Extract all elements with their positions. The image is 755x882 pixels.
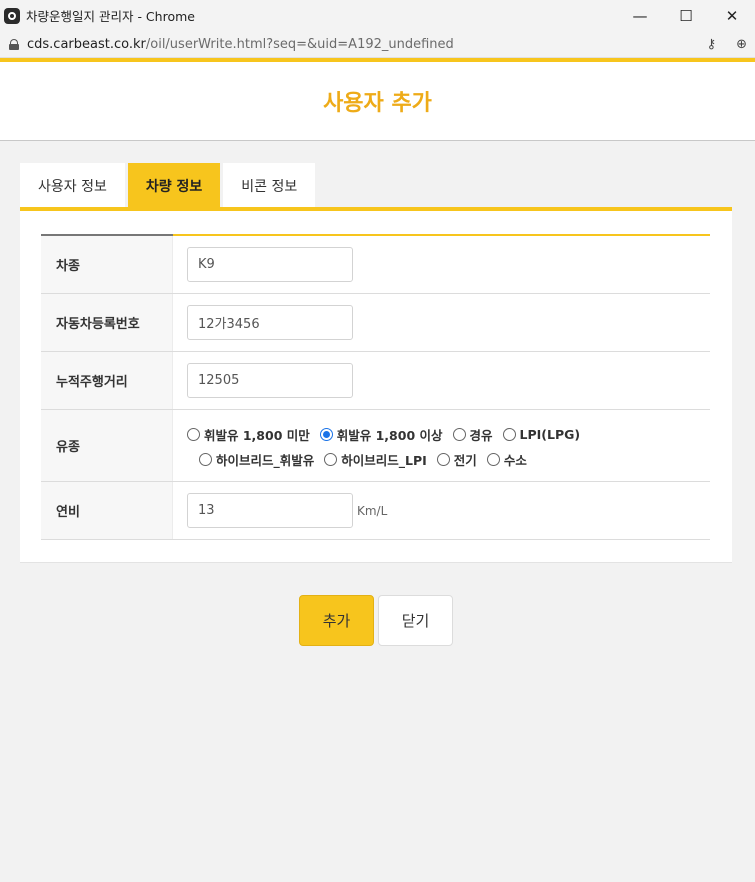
window-title: 차량운행일지 관리자 - Chrome: [26, 9, 195, 24]
fuel-option-label: 휘발유 1,800 미만: [204, 428, 310, 443]
radio-button[interactable]: [199, 453, 212, 466]
fuel-option-hydrogen[interactable]: 수소: [486, 450, 527, 469]
page-title: 사용자 추가: [323, 91, 432, 116]
url-host: cds.carbeast.co.kr: [27, 36, 146, 52]
fuel-option-label: 하이브리드_LPI: [341, 453, 427, 468]
car-type-row: 차종: [41, 236, 710, 294]
maximize-button[interactable]: ☐: [663, 0, 709, 31]
vehicle-info-panel: 차종 자동차등록번호 누적주행거리 유종 휘발유 1,800 미만: [20, 211, 732, 563]
fuel-option-hybrid-gasoline[interactable]: 하이브리드_휘발유: [199, 450, 314, 469]
efficiency-row: 연비 Km/L: [41, 482, 710, 540]
radio-button[interactable]: [436, 453, 450, 466]
url-path: /oil/userWrite.html?seq=&uid=A192_undefi…: [145, 36, 454, 52]
fuel-option-label: 경유: [469, 428, 493, 443]
fuel-option-electric[interactable]: 전기: [436, 450, 477, 469]
car-type-input[interactable]: [187, 247, 353, 282]
fuel-radio-group: 휘발유 1,800 미만 휘발유 1,800 이상 경유 LPI(LPG) 하이…: [187, 422, 590, 469]
fuel-option-gasoline-over[interactable]: 휘발유 1,800 이상: [319, 425, 443, 444]
radio-button[interactable]: [187, 428, 200, 441]
fuel-radio-line-1: 휘발유 1,800 미만 휘발유 1,800 이상 경유 LPI(LPG): [187, 425, 590, 444]
fuel-option-diesel[interactable]: 경유: [452, 425, 493, 444]
fuel-row: 유종 휘발유 1,800 미만 휘발유 1,800 이상 경유 LPI(LPG)…: [41, 410, 710, 482]
fuel-label: 유종: [41, 410, 173, 481]
page-header: 사용자 추가: [0, 62, 755, 141]
mileage-input[interactable]: [187, 363, 353, 398]
minimize-button[interactable]: —: [617, 0, 663, 31]
zoom-icon[interactable]: ⊕: [736, 37, 747, 52]
plate-input[interactable]: [187, 305, 353, 340]
fuel-option-label: 하이브리드_휘발유: [216, 453, 315, 468]
fuel-option-hybrid-lpi[interactable]: 하이브리드_LPI: [324, 450, 427, 469]
efficiency-label: 연비: [41, 482, 173, 539]
radio-button-checked[interactable]: [319, 428, 333, 441]
add-button[interactable]: 추가: [299, 595, 374, 646]
window-titlebar: 차량운행일지 관리자 - Chrome — ☐ ✕: [0, 0, 755, 31]
fuel-option-lpg[interactable]: LPI(LPG): [502, 427, 581, 442]
radio-button[interactable]: [452, 428, 466, 441]
address-bar[interactable]: cds.carbeast.co.kr/oil/userWrite.html?se…: [0, 31, 755, 58]
tab-beacon-info[interactable]: 비콘 정보: [223, 163, 316, 209]
fuel-option-label: 수소: [503, 453, 527, 468]
efficiency-unit: Km/L: [357, 503, 388, 518]
fuel-option-label: LPI(LPG): [519, 427, 581, 442]
mileage-row: 누적주행거리: [41, 352, 710, 410]
plate-label: 자동차등록번호: [41, 294, 173, 351]
vehicle-form: 차종 자동차등록번호 누적주행거리 유종 휘발유 1,800 미만: [41, 234, 710, 540]
mileage-label: 누적주행거리: [41, 352, 173, 409]
key-icon[interactable]: ⚷: [707, 37, 717, 52]
fuel-option-label: 휘발유 1,800 이상: [336, 428, 443, 443]
radio-button[interactable]: [502, 428, 516, 441]
radio-button[interactable]: [324, 453, 338, 466]
app-icon: [4, 7, 20, 24]
fuel-option-gasoline-under[interactable]: 휘발유 1,800 미만: [187, 425, 310, 444]
radio-button[interactable]: [486, 453, 500, 466]
tab-user-info[interactable]: 사용자 정보: [20, 163, 125, 209]
window-controls: — ☐ ✕: [617, 0, 755, 31]
address-icons: ⚷ ⊕: [707, 31, 747, 58]
plate-row: 자동차등록번호: [41, 294, 710, 352]
fuel-radio-line-2: 하이브리드_휘발유 하이브리드_LPI 전기 수소: [187, 450, 590, 469]
action-buttons: 추가 닫기: [299, 595, 453, 646]
close-window-button[interactable]: ✕: [709, 0, 755, 31]
close-button[interactable]: 닫기: [378, 595, 453, 646]
fuel-option-label: 전기: [453, 453, 477, 468]
efficiency-input[interactable]: [187, 493, 353, 528]
tab-bar: 사용자 정보 차량 정보 비콘 정보: [20, 163, 316, 209]
car-type-label: 차종: [41, 236, 173, 293]
tab-vehicle-info[interactable]: 차량 정보: [127, 163, 221, 209]
lock-icon[interactable]: [9, 38, 19, 50]
